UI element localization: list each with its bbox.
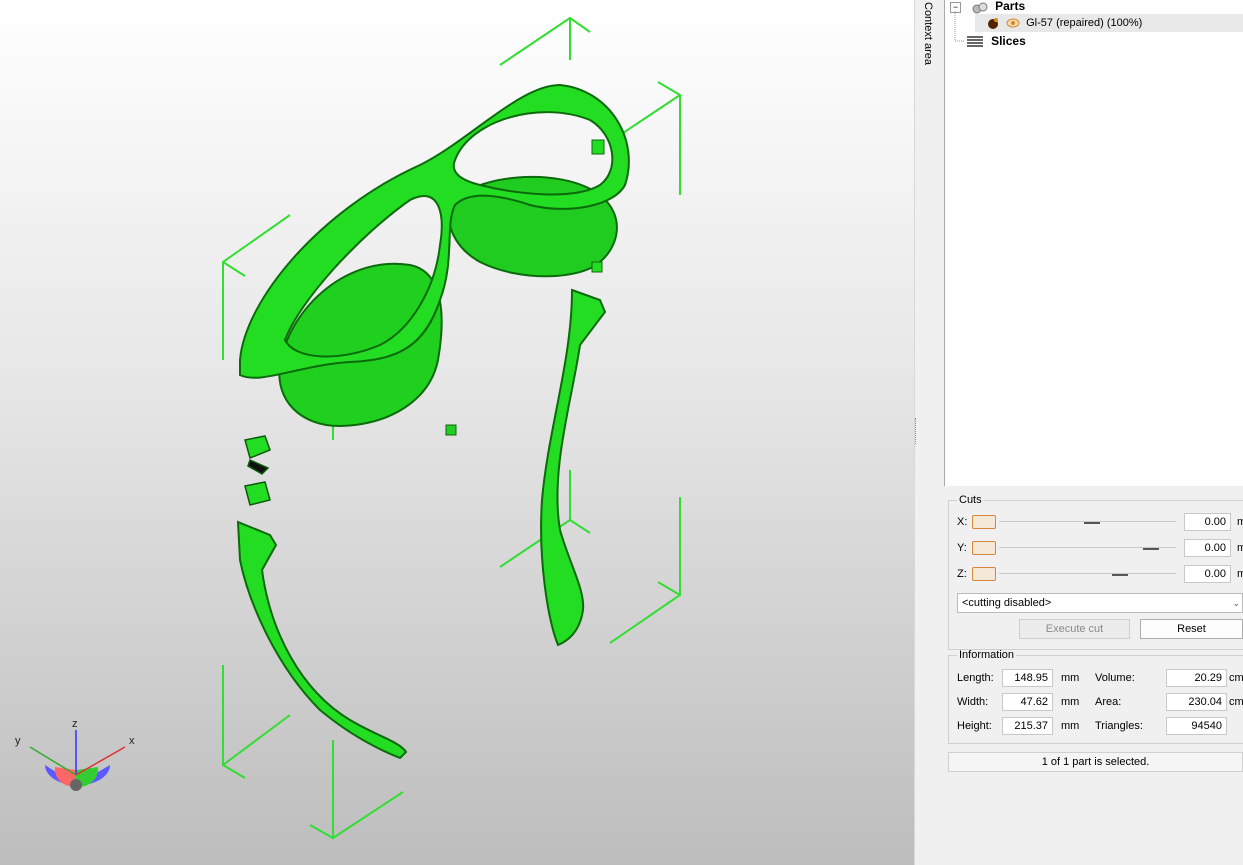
area-unit: cm [1229,696,1243,708]
visibility-eye-icon[interactable] [1006,17,1020,29]
splitter-grip[interactable] [915,418,918,444]
axis-gizmo-graphic [29,730,126,791]
tree-connector-lines [954,11,965,42]
hinge-top [591,139,605,155]
length-value: 148.95 [1002,669,1053,687]
properties-panel: Cuts X: 0.00 m Y: 0.00 m Z: 0.00 m <cutt… [944,486,1243,865]
temple-arm-left [236,520,408,760]
cut-y-label: Y: [957,542,967,554]
triangles-label: Triangles: [1095,720,1143,732]
tree-label-slices: Slices [991,34,1026,48]
execute-cut-button[interactable]: Execute cut [1019,619,1130,639]
height-label: Height: [957,720,992,732]
context-area-tab[interactable]: Context area [918,0,942,70]
width-label: Width: [957,696,989,708]
area-label: Area: [1095,696,1122,708]
cut-z-slider-marker [1112,574,1128,576]
small-cube [445,424,457,436]
cuts-title: Cuts [959,494,982,506]
part-icon [987,17,999,30]
triangles-value: 94540 [1166,717,1227,735]
tree-label-parts: Parts [995,0,1026,13]
axis-z-label: z [72,718,78,730]
cut-z-input[interactable]: 0.00 [1184,565,1231,583]
cut-x-label: X: [957,516,968,528]
cutting-mode-value: <cutting disabled> [962,597,1052,609]
temple-arm-right [540,288,607,647]
reset-button[interactable]: Reset [1140,619,1243,639]
cut-x-unit: m [1237,516,1243,528]
length-unit: mm [1061,672,1080,684]
chevron-down-icon: ⌄ [1232,598,1240,608]
axis-x-label: x [129,735,135,747]
cut-z-slider-handle[interactable] [972,567,996,581]
height-unit: mm [1061,720,1080,732]
selection-status: 1 of 1 part is selected. [948,752,1243,772]
context-area-label: Context area [922,2,934,65]
volume-unit: cm [1229,672,1243,684]
area-value: 230.04 [1166,693,1227,711]
parts-tree[interactable]: − Parts Gl-57 (repaired) (100%) Slices [944,0,1243,486]
width-unit: mm [1061,696,1080,708]
cut-y-slider-handle[interactable] [972,541,996,555]
information-title: Information [959,649,1015,661]
tree-label-part: Gl-57 (repaired) (100%) [1026,17,1143,29]
cut-x-input[interactable]: 0.00 [1184,513,1231,531]
length-label: Length: [957,672,994,684]
cut-z-unit: m [1237,568,1243,580]
cut-x-slider-marker [1084,522,1100,524]
cut-z-slider[interactable] [999,573,1176,574]
tree-item-part[interactable]: Gl-57 (repaired) (100%) [975,14,1243,32]
volume-value: 20.29 [1166,669,1227,687]
height-value: 215.37 [1002,717,1053,735]
cutting-mode-select[interactable]: <cutting disabled> ⌄ [957,593,1243,613]
panel-splitter[interactable] [914,0,945,865]
cut-z-label: Z: [957,568,967,580]
volume-label: Volume: [1095,672,1135,684]
tree-item-slices[interactable]: Slices [967,32,1026,50]
cut-y-input[interactable]: 0.00 [1184,539,1231,557]
nose-pads [244,435,271,506]
3d-viewport[interactable]: z y x [0,0,914,865]
width-value: 47.62 [1002,693,1053,711]
cut-y-slider-marker [1143,548,1159,550]
cut-x-slider-handle[interactable] [972,515,996,529]
hinge-mid [591,261,603,273]
orientation-gizmo[interactable]: z y x [10,715,150,795]
axis-y-label: y [15,735,21,747]
cut-y-unit: m [1237,542,1243,554]
